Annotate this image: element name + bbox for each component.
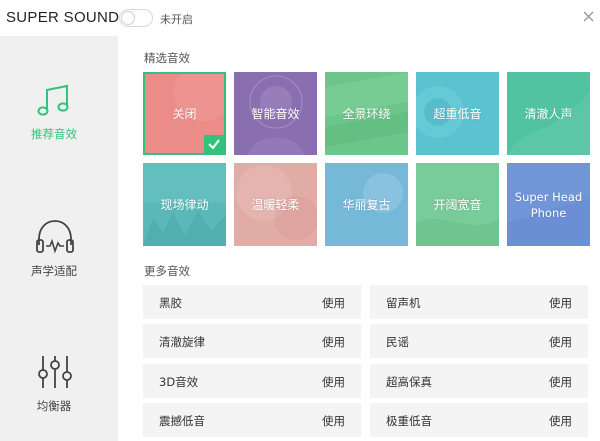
effect-row-shock-bass[interactable]: 震撼低音 使用 xyxy=(143,403,361,437)
effect-name: 极重低音 xyxy=(386,414,432,428)
tile-off[interactable]: 关闭 xyxy=(143,72,226,155)
tile-label: 温暖轻柔 xyxy=(251,197,300,212)
tile-clear-vocal[interactable]: 清澈人声 xyxy=(507,72,590,155)
tile-label: 现场律动 xyxy=(160,197,209,212)
use-button[interactable]: 使用 xyxy=(322,413,345,429)
music-note-icon xyxy=(37,84,69,116)
checkmark-icon xyxy=(208,139,220,150)
effect-row-phonograph[interactable]: 留声机 使用 xyxy=(370,285,588,319)
effect-name: 清澈旋律 xyxy=(159,335,205,349)
effect-name: 3D音效 xyxy=(159,375,199,389)
title-bar: SUPER SOUND 未开启 xyxy=(0,0,600,36)
more-effects-section-title: 更多音效 xyxy=(144,264,190,278)
effect-row-clear-melody[interactable]: 清澈旋律 使用 xyxy=(143,324,361,358)
headphones-icon xyxy=(36,220,74,254)
close-icon xyxy=(583,11,594,22)
tile-label: Super Head Phone xyxy=(514,189,583,220)
sidebar-item-recommended[interactable]: 推荐音效 xyxy=(0,74,118,184)
sidebar: 推荐音效 声学适配 均衡器 xyxy=(0,36,118,441)
tile-label: 超重低音 xyxy=(433,106,482,121)
effect-row-extreme-bass[interactable]: 极重低音 使用 xyxy=(370,403,588,437)
use-button[interactable]: 使用 xyxy=(322,295,345,311)
use-button[interactable]: 使用 xyxy=(549,374,572,390)
tile-label: 智能音效 xyxy=(251,106,300,121)
featured-section-title: 精选音效 xyxy=(144,51,190,65)
effect-row-folk[interactable]: 民谣 使用 xyxy=(370,324,588,358)
sidebar-item-label: 声学适配 xyxy=(31,264,77,278)
toggle-status-label: 未开启 xyxy=(160,13,193,26)
tile-super-headphone[interactable]: Super Head Phone xyxy=(507,163,590,246)
effect-name: 超高保真 xyxy=(386,375,432,389)
equalizer-icon xyxy=(38,356,72,388)
sidebar-item-label: 推荐音效 xyxy=(31,127,77,141)
effect-row-hifi[interactable]: 超高保真 使用 xyxy=(370,364,588,398)
main-content: 精选音效 关闭 智能音效 全景环绕 超重低音 清澈人声 现场律动 温暖轻柔 华丽… xyxy=(118,36,600,441)
app-title: SUPER SOUND xyxy=(6,9,120,26)
tile-label: 全景环绕 xyxy=(342,106,391,121)
tile-surround[interactable]: 全景环绕 xyxy=(325,72,408,155)
tile-open-wide[interactable]: 开阔宽音 xyxy=(416,163,499,246)
super-sound-toggle[interactable] xyxy=(119,9,153,27)
toggle-knob xyxy=(121,11,135,25)
tile-warm-soft[interactable]: 温暖轻柔 xyxy=(234,163,317,246)
effect-name: 民谣 xyxy=(386,335,409,349)
tile-label: 清澈人声 xyxy=(524,106,573,121)
tile-retro[interactable]: 华丽复古 xyxy=(325,163,408,246)
effect-name: 震撼低音 xyxy=(159,414,205,428)
tile-label: 华丽复古 xyxy=(342,197,391,212)
sidebar-item-acoustic-adapt[interactable]: 声学适配 xyxy=(0,211,118,321)
effect-name: 黑胶 xyxy=(159,296,182,310)
tile-smart-effect[interactable]: 智能音效 xyxy=(234,72,317,155)
tile-heavy-bass[interactable]: 超重低音 xyxy=(416,72,499,155)
use-button[interactable]: 使用 xyxy=(549,334,572,350)
use-button[interactable]: 使用 xyxy=(322,374,345,390)
tile-live-groove[interactable]: 现场律动 xyxy=(143,163,226,246)
effect-row-vinyl[interactable]: 黑胶 使用 xyxy=(143,285,361,319)
close-button[interactable] xyxy=(581,9,597,25)
sidebar-item-equalizer[interactable]: 均衡器 xyxy=(0,346,118,441)
use-button[interactable]: 使用 xyxy=(322,334,345,350)
use-button[interactable]: 使用 xyxy=(549,295,572,311)
effect-row-3d[interactable]: 3D音效 使用 xyxy=(143,364,361,398)
tile-label: 开阔宽音 xyxy=(433,197,482,212)
sidebar-item-label: 均衡器 xyxy=(36,399,72,413)
effect-name: 留声机 xyxy=(386,296,421,310)
selected-check-badge xyxy=(204,135,224,153)
use-button[interactable]: 使用 xyxy=(549,413,572,429)
